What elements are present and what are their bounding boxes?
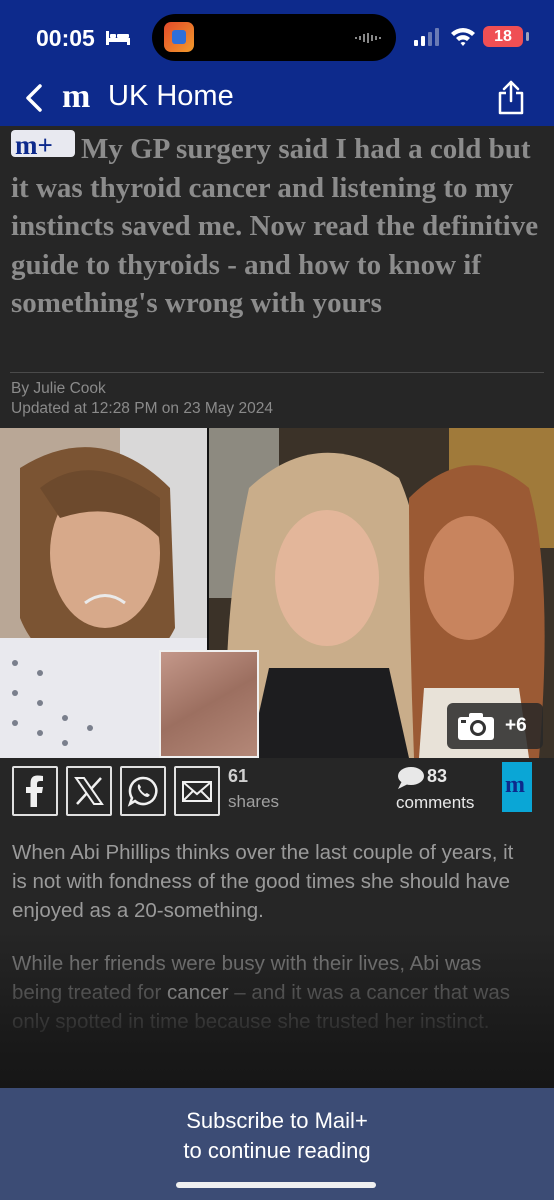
mail-plus-badge: m+	[11, 130, 75, 160]
facebook-icon	[26, 775, 43, 807]
headline-text: My GP surgery said I had a cold but it w…	[11, 133, 539, 319]
sleep-focus-icon	[106, 31, 130, 45]
audio-wave-icon	[355, 33, 381, 43]
share-icon[interactable]	[496, 79, 526, 115]
shares-label: shares	[228, 792, 280, 811]
updated-timestamp: Updated at 12:28 PM on 23 May 2024	[11, 400, 273, 417]
now-playing-app-icon	[164, 22, 194, 52]
gallery-count: +6	[505, 715, 527, 736]
chevron-left-icon[interactable]	[22, 83, 48, 113]
status-bar: 00:05 18	[0, 0, 554, 70]
author-byline[interactable]: By Julie Cook	[11, 380, 106, 398]
subscribe-line-2[interactable]: to continue reading	[0, 1138, 554, 1164]
gallery-button[interactable]: +6	[447, 703, 543, 749]
daily-mail-badge[interactable]: m	[502, 762, 532, 812]
subscribe-line-1[interactable]: Subscribe to Mail+	[0, 1108, 554, 1134]
article-headline: m+ My GP surgery said I had a cold but it…	[11, 130, 546, 323]
neck-scar-inset-photo[interactable]	[159, 650, 259, 758]
navigation-bar: m UK Home	[0, 70, 554, 126]
status-time: 00:05	[36, 25, 95, 51]
headline-divider	[10, 372, 544, 373]
comments-link[interactable]: comments	[396, 793, 474, 813]
wifi-icon	[451, 28, 475, 46]
facebook-share-button[interactable]	[12, 766, 58, 816]
app-header: 00:05 18 m UK Home	[0, 0, 554, 126]
share-count: 61	[228, 766, 249, 786]
whatsapp-share-button[interactable]	[120, 766, 166, 816]
battery-indicator: 18	[483, 26, 523, 47]
camera-icon	[458, 713, 494, 740]
share-bar: 61 shares 83 comments m	[0, 760, 554, 832]
body-paragraph-1: When Abi Phillips thinks over the last c…	[12, 841, 514, 922]
x-share-button[interactable]	[66, 766, 112, 816]
back-link-uk-home[interactable]: UK Home	[108, 80, 234, 113]
battery-tip	[526, 32, 529, 41]
home-indicator[interactable]	[176, 1182, 376, 1188]
daily-mail-logo: m	[62, 78, 91, 115]
envelope-icon	[182, 781, 212, 802]
dynamic-island[interactable]	[152, 14, 396, 61]
comment-count[interactable]: 83	[427, 766, 447, 787]
email-share-button[interactable]	[174, 766, 220, 816]
cellular-signal-icon	[414, 28, 439, 46]
whatsapp-icon	[127, 776, 158, 807]
x-logo-icon	[74, 777, 104, 805]
paywall-fade	[0, 930, 554, 1090]
comment-bubble-icon[interactable]	[396, 766, 424, 790]
